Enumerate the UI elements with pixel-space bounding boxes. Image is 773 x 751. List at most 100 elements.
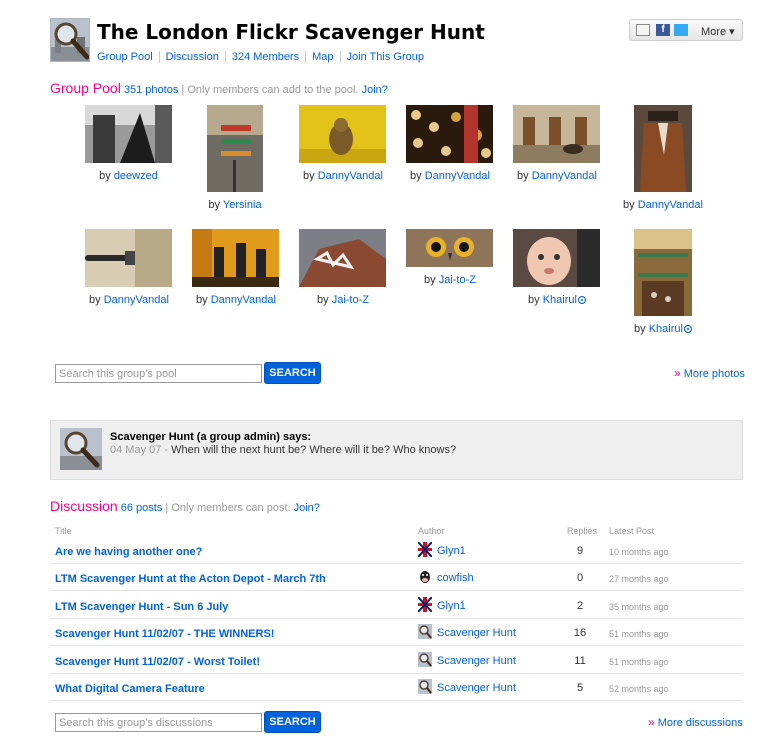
photo-author-link[interactable]: DannyVandal [425, 170, 490, 182]
photo-caption: by Jai-to-Z [317, 294, 369, 306]
topic-author-link[interactable]: Scavenger Hunt [437, 655, 516, 667]
nav-map[interactable]: Map [305, 51, 339, 63]
photo-caption: by Khairul [507, 294, 607, 306]
topic-author-link[interactable]: Glyn1 [437, 600, 466, 612]
photo-author-link[interactable]: DannyVandal [211, 294, 276, 306]
column-replies: Replies [567, 526, 598, 536]
pro-badge-icon [577, 296, 586, 305]
topic-latest-post: 27 months ago [609, 574, 669, 585]
topic-latest-post: 35 months ago [609, 601, 669, 612]
column-author: Author [418, 526, 445, 536]
photo-caption: by Jai-to-Z [424, 274, 476, 286]
topic-replies: 11 [574, 654, 586, 667]
topic-title-link[interactable]: Are we having another one? [55, 546, 202, 558]
flag-icon[interactable] [418, 596, 432, 612]
photo-caption: by DannyVandal [196, 294, 276, 306]
discussion-join-link[interactable]: Join? [294, 502, 320, 514]
discussion-search-input[interactable] [55, 713, 262, 732]
magnifier-icon[interactable] [418, 679, 432, 694]
topic-author-link[interactable]: Scavenger Hunt [437, 627, 516, 639]
topic-title-link[interactable]: LTM Scavenger Hunt at the Acton Depot - … [55, 573, 326, 585]
photo-author-link[interactable]: Yersinia [223, 199, 262, 211]
pool-photo[interactable] [299, 229, 386, 287]
pool-note: Only members can add to the pool. [187, 84, 359, 96]
topic-title-link[interactable]: LTM Scavenger Hunt - Sun 6 July [55, 601, 228, 613]
pool-join-link[interactable]: Join? [362, 84, 388, 96]
photo-author-link[interactable]: DannyVandal [638, 199, 703, 211]
discussion-heading: Discussion 66 posts | Only members can p… [50, 498, 320, 514]
topic-replies: 5 [576, 682, 584, 694]
admin-message-box: Scavenger Hunt (a group admin) says: 04 … [50, 420, 743, 480]
pro-badge-icon [683, 325, 692, 334]
photo-caption: by Khairul [613, 323, 713, 335]
flag-icon[interactable] [418, 542, 432, 557]
facebook-icon[interactable]: f [656, 24, 670, 36]
photo-author-link[interactable]: Jai-to-Z [439, 274, 476, 286]
pool-count-link[interactable]: 351 photos [124, 84, 178, 96]
topic-author-link[interactable]: cowfish [437, 572, 474, 584]
topic-author-link[interactable]: Scavenger Hunt [437, 682, 516, 694]
discussion-row: What Digital Camera Feature Scavenger Hun… [50, 674, 743, 701]
pool-photo[interactable] [406, 105, 493, 163]
pool-photo[interactable] [192, 229, 279, 287]
discussion-row: Scavenger Hunt 11/02/07 - THE WINNERS! Sc… [50, 619, 743, 647]
photo-author-link[interactable]: DannyVandal [532, 170, 597, 182]
page-title: The London Flickr Scavenger Hunt [97, 20, 485, 44]
topic-title-link[interactable]: What Digital Camera Feature [55, 683, 205, 695]
more-photos-link[interactable]: » More photos [674, 366, 745, 380]
twitter-icon[interactable] [674, 24, 688, 36]
pool-photo[interactable] [85, 105, 172, 163]
discussion-row: Are we having another one? Glyn1 9 10 month… [50, 537, 743, 564]
pool-search-button[interactable]: SEARCH [264, 362, 321, 384]
photo-caption: by DannyVandal [623, 199, 703, 211]
discussion-title: Discussion [50, 498, 118, 514]
nav-discussion[interactable]: Discussion [158, 51, 225, 63]
mail-icon[interactable] [636, 24, 650, 36]
nav-members[interactable]: 324 Members [224, 51, 305, 63]
pool-photo[interactable] [513, 229, 600, 287]
topic-author-link[interactable]: Glyn1 [437, 545, 466, 557]
photo-caption: by DannyVandal [517, 170, 597, 182]
pool-photo[interactable] [85, 229, 172, 287]
photo-author-link[interactable]: DannyVandal [318, 170, 383, 182]
discussion-row: LTM Scavenger Hunt - Sun 6 July Glyn1 2 35 … [50, 592, 743, 619]
more-discussions-link[interactable]: » More discussions [648, 715, 743, 729]
photo-author-link[interactable]: DannyVandal [104, 294, 169, 306]
column-latest-post: Latest Post [609, 526, 655, 536]
pool-photo[interactable] [634, 229, 692, 316]
magnifier-icon[interactable] [418, 651, 432, 667]
pool-photo[interactable] [406, 229, 493, 267]
magnifier-icon[interactable] [418, 624, 432, 640]
share-more-button[interactable]: More ▾ [701, 25, 735, 38]
topic-title-link[interactable]: Scavenger Hunt 11/02/07 - Worst Toilet! [55, 656, 260, 668]
photo-author-link[interactable]: Khairul [543, 294, 577, 306]
pool-title: Group Pool [50, 80, 121, 96]
photo-caption: by DannyVandal [410, 170, 490, 182]
photo-author-link[interactable]: deewzed [114, 170, 158, 182]
topic-replies: 9 [576, 545, 584, 557]
chevron-right-icon: » [674, 366, 681, 380]
share-bar[interactable]: f More ▾ [629, 19, 743, 41]
pool-photo[interactable] [513, 105, 600, 163]
photo-caption: by Yersinia [208, 199, 262, 211]
admin-says: Scavenger Hunt (a group admin) says: [110, 431, 312, 443]
photo-author-link[interactable]: Khairul [649, 323, 683, 335]
discussion-search-button[interactable]: SEARCH [264, 711, 321, 733]
photo-author-link[interactable]: Jai-to-Z [332, 294, 369, 306]
chevron-right-icon: » [648, 715, 655, 729]
pool-photo[interactable] [207, 105, 263, 192]
pool-photo[interactable] [634, 105, 692, 192]
topic-latest-post: 52 months ago [609, 684, 669, 694]
photo-caption: by deewzed [99, 170, 158, 182]
cow-icon[interactable] [418, 569, 432, 585]
topic-title-link[interactable]: Scavenger Hunt 11/02/07 - THE WINNERS! [55, 628, 274, 640]
group-nav: Group Pool Discussion 324 Members Map Join T… [97, 51, 430, 63]
pool-search-input[interactable] [55, 364, 262, 383]
discussion-count-link[interactable]: 66 posts [121, 502, 163, 514]
photo-caption: by DannyVandal [89, 294, 169, 306]
nav-group-pool[interactable]: Group Pool [97, 51, 159, 63]
topic-replies: 16 [573, 627, 587, 640]
pool-photo[interactable] [299, 105, 386, 163]
nav-join-group[interactable]: Join This Group [339, 51, 430, 63]
discussion-row: LTM Scavenger Hunt at the Acton Depot - … [50, 564, 743, 592]
